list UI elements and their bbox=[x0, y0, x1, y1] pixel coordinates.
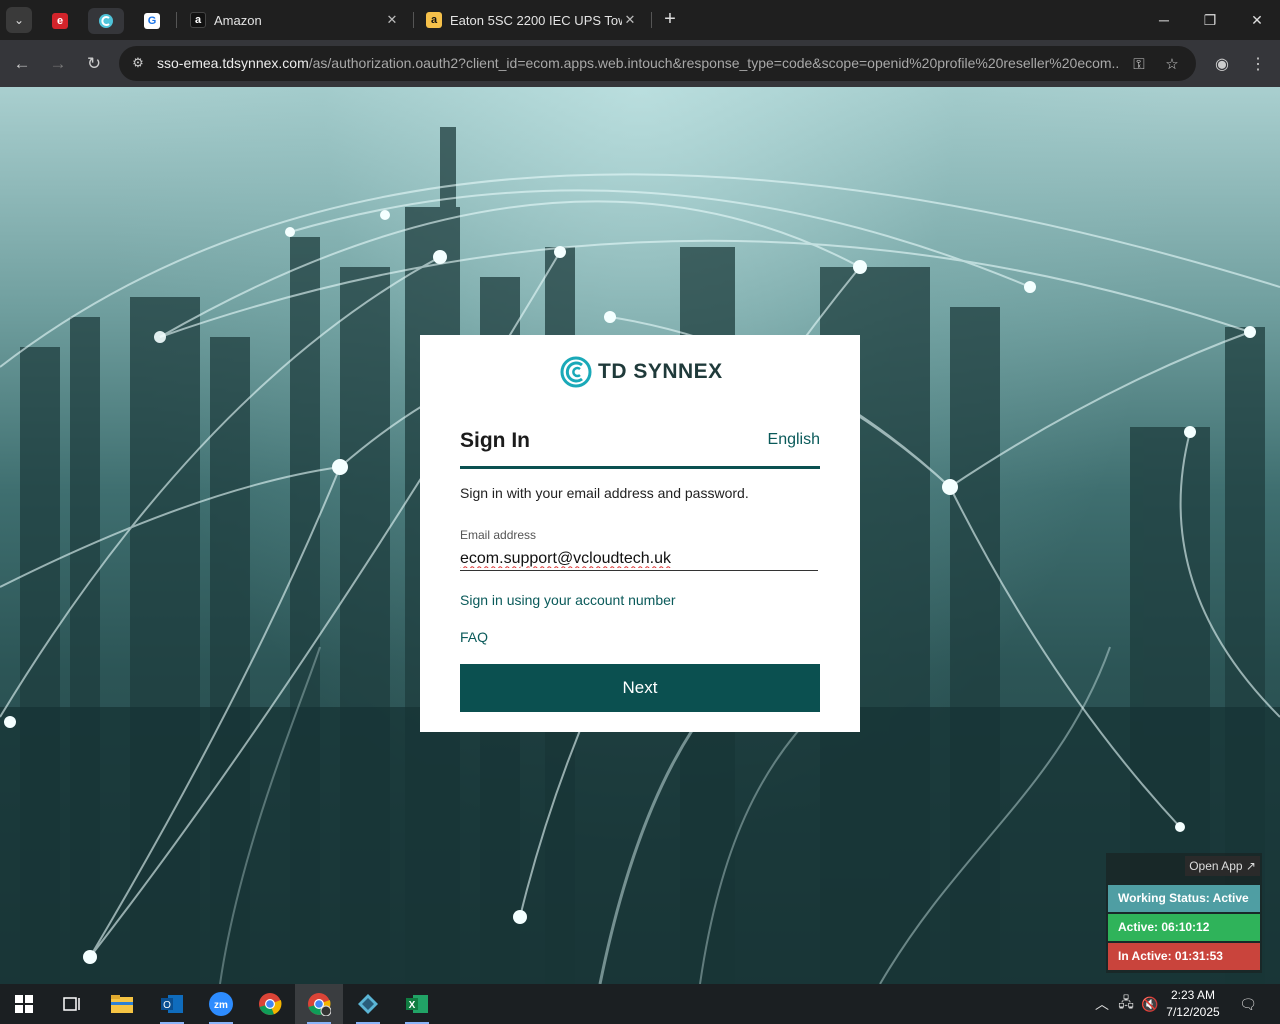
language-selector[interactable]: English bbox=[768, 431, 820, 449]
restore-icon[interactable]: ❐ bbox=[1187, 0, 1233, 40]
volume-muted-icon[interactable]: 🔇 bbox=[1140, 984, 1160, 1024]
tab-bar: ⌄ e G a Amazon ✕ a Eaton 5SC 2200 IEC UP… bbox=[0, 0, 1280, 40]
close-tab-icon[interactable]: ✕ bbox=[622, 12, 638, 28]
brand-logo: TD SYNNEX bbox=[560, 355, 723, 389]
clock-time: 2:23 AM bbox=[1170, 988, 1216, 1002]
brand-name: TD SYNNEX bbox=[598, 360, 723, 383]
tab-search-icon[interactable]: ⌄ bbox=[6, 7, 32, 33]
svg-text:zm: zm bbox=[214, 1000, 228, 1011]
new-tab-icon[interactable]: + bbox=[658, 8, 682, 32]
address-bar[interactable]: ⚙ sso-emea.tdsynnex.com/as/authorization… bbox=[119, 46, 1196, 81]
excel-icon[interactable]: X bbox=[393, 984, 441, 1024]
more-menu-icon[interactable]: ⋮ bbox=[1246, 52, 1270, 76]
back-icon[interactable]: ← bbox=[8, 50, 36, 78]
password-key-icon[interactable]: ⚿ bbox=[1129, 54, 1149, 74]
email-label: Email address bbox=[460, 528, 537, 542]
file-explorer-icon[interactable] bbox=[98, 984, 146, 1024]
active-time-badge: Active: 06:10:12 bbox=[1108, 914, 1260, 941]
tab-amazon[interactable]: a Amazon ✕ bbox=[180, 4, 410, 36]
svg-text:X: X bbox=[409, 1000, 416, 1011]
pinned-tab-google[interactable]: G bbox=[134, 8, 170, 34]
app-diamond-icon[interactable] bbox=[344, 984, 392, 1024]
site-info-icon[interactable]: ⚙ bbox=[129, 54, 147, 72]
notifications-icon[interactable]: 🗨 bbox=[1236, 984, 1260, 1024]
tab-title: Eaton 5SC 2200 IEC UPS Tower/ bbox=[450, 12, 622, 28]
tab-separator bbox=[413, 12, 414, 28]
url-text[interactable]: sso-emea.tdsynnex.com/as/authorization.o… bbox=[157, 55, 1119, 71]
status-widget: Open App ↗ Working Status: Active Active… bbox=[1106, 853, 1262, 973]
amazon-icon: a bbox=[190, 12, 206, 28]
network-icon[interactable]: 🖧 bbox=[1116, 984, 1136, 1024]
working-status-badge: Working Status: Active bbox=[1108, 885, 1260, 912]
tab-title: Amazon bbox=[214, 12, 262, 28]
next-button[interactable]: Next bbox=[460, 664, 820, 712]
tray-chevron-icon[interactable]: ︿ bbox=[1092, 984, 1112, 1024]
clock-date: 7/12/2025 bbox=[1166, 1005, 1220, 1019]
windows-start-icon[interactable] bbox=[0, 984, 48, 1024]
amazon-icon: a bbox=[426, 12, 442, 28]
svg-text:O: O bbox=[163, 1000, 171, 1011]
bookmark-star-icon[interactable]: ☆ bbox=[1162, 54, 1182, 74]
instructions-text: Sign in with your email address and pass… bbox=[460, 485, 749, 501]
open-app-button[interactable]: Open App ↗ bbox=[1185, 856, 1260, 876]
tdsynnex-favicon-icon bbox=[99, 14, 113, 28]
tab-eaton[interactable]: a Eaton 5SC 2200 IEC UPS Tower/ ✕ bbox=[416, 4, 648, 36]
expedia-icon: e bbox=[52, 13, 68, 29]
login-card: TD SYNNEX Sign In English Sign in with y… bbox=[420, 335, 860, 732]
pinned-tab-tdsynnex-active[interactable] bbox=[88, 8, 124, 34]
forward-icon[interactable]: → bbox=[44, 50, 72, 78]
chrome-icon[interactable] bbox=[246, 984, 294, 1024]
google-icon: G bbox=[144, 13, 160, 29]
page-title: Sign In bbox=[460, 429, 530, 452]
tab-separator bbox=[651, 12, 652, 28]
profile-icon[interactable]: ◉ bbox=[1210, 52, 1234, 76]
title-divider bbox=[460, 466, 820, 469]
browser-toolbar: ← → ↻ ⚙ sso-emea.tdsynnex.com/as/authori… bbox=[0, 40, 1280, 87]
tdsynnex-logo-icon bbox=[560, 356, 592, 388]
account-number-link[interactable]: Sign in using your account number bbox=[460, 592, 676, 608]
outlook-icon[interactable]: O bbox=[148, 984, 196, 1024]
faq-link[interactable]: FAQ bbox=[460, 629, 488, 645]
chrome-profile-icon[interactable] bbox=[295, 984, 343, 1024]
page-viewport: TD SYNNEX Sign In English Sign in with y… bbox=[0, 87, 1280, 984]
tab-separator bbox=[176, 12, 177, 28]
reload-icon[interactable]: ↻ bbox=[80, 50, 108, 78]
minimize-icon[interactable]: ─ bbox=[1141, 0, 1187, 40]
inactive-time-badge: In Active: 01:31:53 bbox=[1108, 943, 1260, 970]
windows-taskbar: O zm X ︿ 🖧 🔇 2:23 AM 7/12/2025 🗨 bbox=[0, 984, 1280, 1024]
close-icon[interactable]: ✕ bbox=[1234, 0, 1280, 40]
close-tab-icon[interactable]: ✕ bbox=[384, 12, 400, 28]
system-clock[interactable]: 2:23 AM 7/12/2025 bbox=[1160, 987, 1226, 1021]
pinned-tab-expedia[interactable]: e bbox=[42, 8, 78, 34]
email-field[interactable] bbox=[460, 547, 818, 571]
task-view-icon[interactable] bbox=[48, 984, 96, 1024]
zoom-icon[interactable]: zm bbox=[197, 984, 245, 1024]
